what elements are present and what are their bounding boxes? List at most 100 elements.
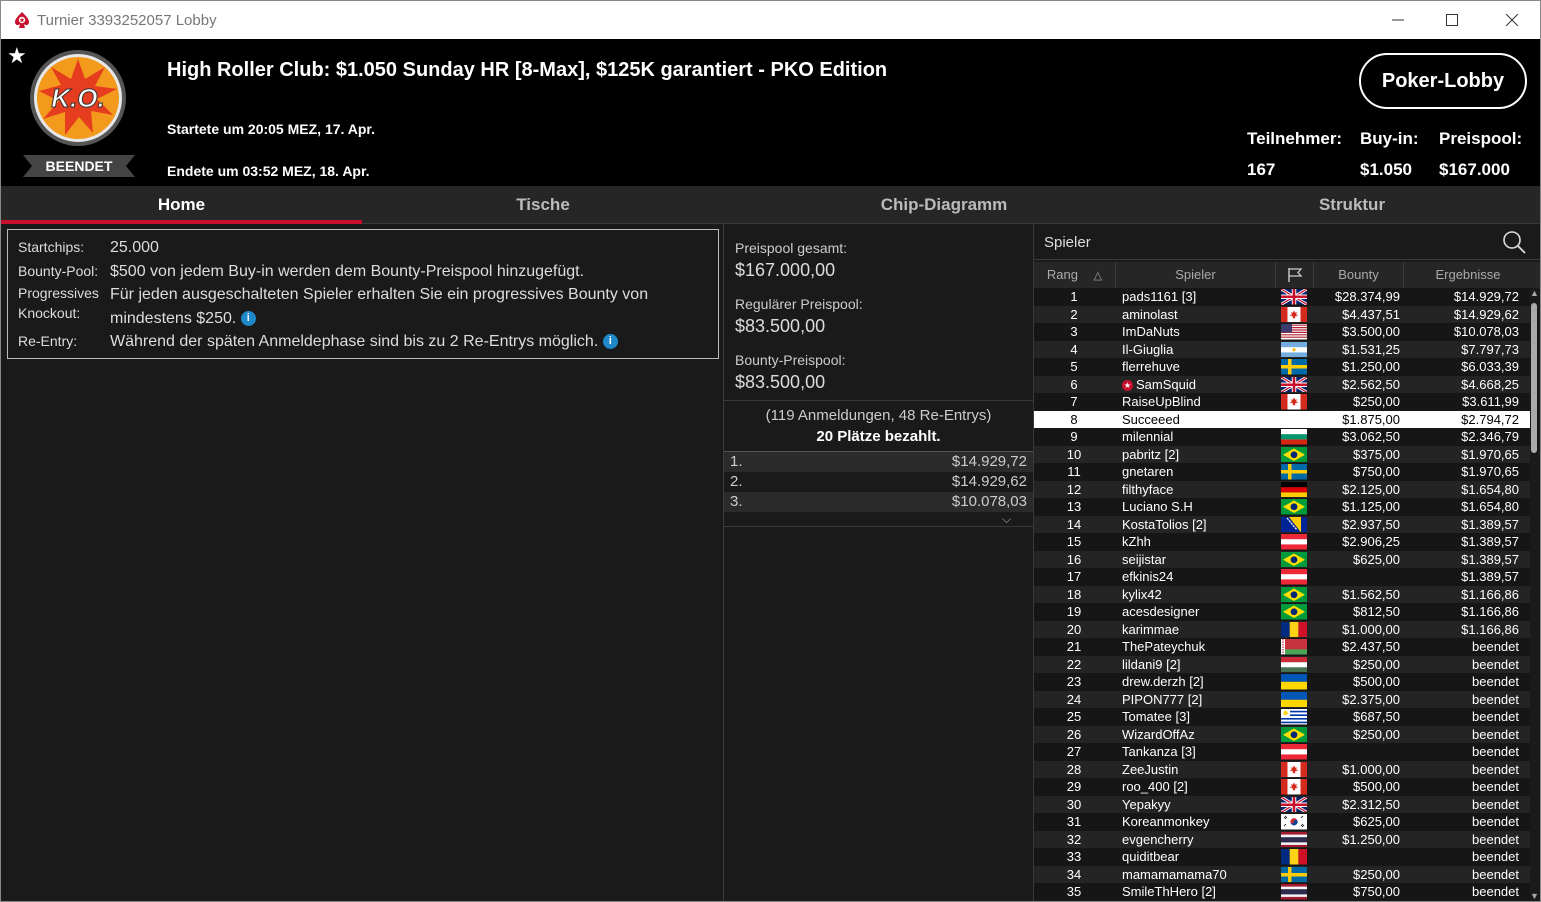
table-row[interactable]: 22 lildani9 [2] $250,00 beendet [1034,655,1530,673]
player-name: SamSquid [1136,376,1196,392]
table-row[interactable]: 13 Luciano S.H $1.125,00 $1.654,80 [1034,498,1530,516]
table-row[interactable]: 27 Tankanza [3] beendet [1034,743,1530,761]
info-icon[interactable]: i [240,310,256,326]
table-row[interactable]: 15 kZhh $2.906,25 $1.389,57 [1034,533,1530,551]
table-row[interactable]: 33 quiditbear beendet [1034,848,1530,866]
player-rank: 21 [1066,639,1082,654]
table-row[interactable]: 32 evgencherry $1.250,00 beendet [1034,830,1530,848]
payout-place: 2. [730,473,743,490]
player-name: RaiseUpBlind [1122,394,1201,409]
table-row[interactable]: 3 ImDaNuts $3.500,00 $10.078,03 [1034,323,1530,341]
table-row[interactable]: 28 ZeeJustin $1.000,00 beendet [1034,760,1530,778]
player-name-cell: flerrehuve [1122,358,1282,376]
table-row[interactable]: 9 milennial $3.062,50 $2.346,79 [1034,428,1530,446]
player-name: lildani9 [2] [1122,656,1181,672]
bounty-column-header[interactable]: Bounty [1314,262,1404,288]
table-row[interactable]: 21 ThePateychuk $2.437,50 beendet [1034,638,1530,656]
poker-lobby-button[interactable]: Poker-Lobby [1359,53,1527,109]
bounty-label: Bounty-Pool: [18,262,99,279]
player-name: ZeeJustin [1122,761,1179,777]
table-row[interactable]: 18 kylix42 $1.562,50 $1.166,86 [1034,585,1530,603]
favorite-star-icon[interactable]: ★ [7,43,27,69]
maximize-button[interactable] [1425,1,1479,39]
player-bounty: $500,00 [1353,674,1400,689]
player-name-cell: milennial [1122,428,1282,446]
player-result: beendet [1472,796,1519,812]
table-row[interactable]: 8 Succeeed $1.875,00 $2.794,72 [1034,410,1530,428]
pko-label-line1: Progressives [18,285,99,301]
ro-flag-icon [1281,849,1307,865]
player-bounty: $3.500,00 [1342,324,1400,339]
minimize-button[interactable] [1371,1,1425,39]
tab-structure[interactable]: Struktur [1164,186,1540,224]
table-row[interactable]: 20 karimmae $1.000,00 $1.166,86 [1034,620,1530,638]
country-column-header[interactable] [1276,262,1314,288]
table-row[interactable]: 4 Il-Giuglia $1.531,25 $7.797,73 [1034,340,1530,359]
player-name-cell: Il-Giuglia [1122,341,1282,359]
table-row[interactable]: 12 filthyface $2.125,00 $1.654,80 [1034,480,1530,498]
table-row[interactable]: 29 roo_400 [2] $500,00 beendet [1034,778,1530,796]
search-icon[interactable] [1502,230,1526,254]
payout-row: 2. $14.929,62 [724,472,1033,492]
scrollbar-thumb[interactable] [1531,303,1537,453]
player-rank: 27 [1066,744,1082,759]
player-name-cell: mamamamama70 [1122,866,1282,884]
player-search[interactable]: Spieler [1034,224,1540,260]
info-icon[interactable]: i [602,334,618,350]
table-row[interactable]: 30 Yepakyy $2.312,50 beendet [1034,795,1530,813]
player-bounty: $1.250,00 [1342,831,1400,847]
player-name: pads1161 [3] [1122,289,1197,304]
table-row[interactable]: 24 PIPON777 [2] $2.375,00 beendet [1034,690,1530,708]
table-row[interactable]: 19 acesdesigner $812,50 $1.166,86 [1034,603,1530,621]
table-row[interactable]: 6 ★ SamSquid $2.562,50 $4.668,25 [1034,375,1530,393]
player-rank: 10 [1066,446,1082,462]
payout-amount: $14.929,72 [951,453,1027,470]
player-rank: 3 [1070,324,1078,339]
player-result: $10.078,03 [1453,324,1519,339]
player-name: Tankanza [3] [1122,744,1196,759]
rank-column-header[interactable]: Rang △ [1034,262,1116,288]
player-result: beendet [1472,779,1519,794]
player-rank: 35 [1066,884,1082,899]
table-row[interactable]: 5 flerrehuve $1.250,00 $6.033,39 [1034,358,1530,376]
player-name-cell: drew.derzh [2] [1122,673,1282,691]
table-row[interactable]: 11 gnetaren $750,00 $1.970,65 [1034,463,1530,481]
table-row[interactable]: 31 Koreanmonkey $625,00 beendet [1034,813,1530,831]
tab-tables[interactable]: Tische [362,186,724,224]
player-column-header[interactable]: Spieler [1116,262,1276,288]
scroll-down-icon[interactable]: ▼ [1529,891,1540,901]
prizepool-value: $167.000 [1439,160,1510,179]
tab-chip-chart[interactable]: Chip-Diagramm [724,186,1164,224]
player-name: ThePateychuk [1122,639,1206,654]
table-row[interactable]: 1 pads1161 [3] $28.374,99 $14.929,72 [1034,288,1530,306]
players-scrollbar[interactable]: ▲ ▼ [1529,288,1540,901]
player-rank: 15 [1066,534,1082,549]
table-row[interactable]: 25 Tomatee [3] $687,50 beendet [1034,708,1530,726]
player-rank: 24 [1066,691,1082,707]
reentry-row: Re-Entry: Während der späten Anmeldephas… [18,330,708,354]
payout-place: 1. [730,453,743,470]
table-row[interactable]: 10 pabritz [2] $375,00 $1.970,65 [1034,445,1530,463]
table-row[interactable]: 2 aminolast $4.437,51 $14.929,62 [1034,305,1530,323]
player-bounty: $1.250,00 [1342,359,1400,374]
table-row[interactable]: 17 efkinis24 $1.389,57 [1034,568,1530,586]
bounty-prizepool-label: Bounty-Preispool: [735,352,846,368]
close-button[interactable] [1485,1,1539,39]
divider [724,400,1033,401]
tab-home[interactable]: Home [1,186,362,224]
results-column-header[interactable]: Ergebnisse [1404,262,1532,288]
table-row[interactable]: 16 seijistar $625,00 $1.389,57 [1034,550,1530,568]
table-row[interactable]: 23 drew.derzh [2] $500,00 beendet [1034,673,1530,691]
table-row[interactable]: 34 mamamamama70 $250,00 beendet [1034,865,1530,884]
player-name-cell: Luciano S.H [1122,498,1282,516]
payout-row: 3. $10.078,03 [724,492,1033,512]
table-row[interactable]: 26 WizardOffAz $250,00 beendet [1034,725,1530,743]
table-row[interactable]: 35 SmileThHero [2] $750,00 beendet [1034,883,1530,901]
player-rank: 5 [1070,359,1078,374]
scroll-up-icon[interactable]: ▲ [1529,288,1540,298]
table-row[interactable]: 7 RaiseUpBlind $250,00 $3.611,99 [1034,393,1530,411]
expand-payouts-chevron-icon[interactable]: ⌵ [1002,512,1011,527]
player-rank: 33 [1066,849,1082,864]
table-row[interactable]: 14 KostaTolios [2] $2.937,50 $1.389,57 [1034,515,1530,533]
players-table-header: Rang △ Spieler Bounty Ergebnisse [1034,262,1540,288]
